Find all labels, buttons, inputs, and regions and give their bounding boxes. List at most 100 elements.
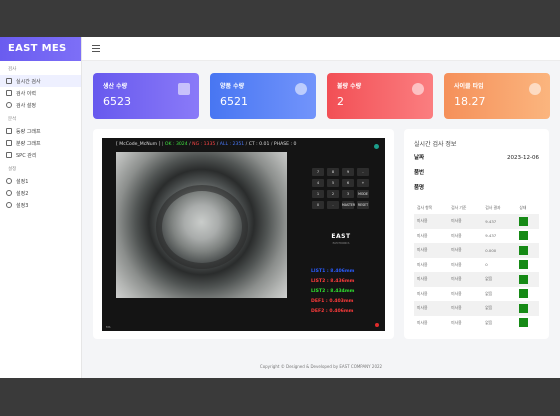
info-value: 2023-12-06 [507, 155, 539, 161]
doc-icon [6, 140, 12, 146]
table-cell: 미사용 [417, 232, 428, 238]
stat-card-cycle-time: 사이클 타임 18.27 [444, 73, 550, 119]
measurement-4: DEF1 : 0.403mm [311, 299, 354, 304]
status-indicator-icon [374, 144, 379, 149]
key-3[interactable]: 3 [342, 190, 354, 198]
sidebar-item-graph-1[interactable]: 등량 그래프 [0, 125, 81, 137]
app-window: EAST MES 검사 실시간 검사 검사 이력 검사 설정 분석 등량 그래프… [0, 37, 560, 378]
stat-label: 불량 수량 [337, 83, 362, 90]
key-6[interactable]: 6 [342, 179, 354, 187]
key-reset[interactable]: RESET [357, 201, 369, 209]
footer-copyright: Copyright © Designed & Developed by EAST… [259, 364, 383, 369]
key-5[interactable]: 5 [327, 179, 339, 187]
table-cell: 9.437 [485, 233, 497, 239]
table-cell: 미사용 [451, 232, 462, 238]
table-cell [516, 229, 539, 244]
key-dot[interactable]: . [327, 201, 339, 209]
sidebar-item-label: SPC 관리 [16, 152, 37, 159]
stat-card-defect: 불량 수량 2 [327, 73, 433, 119]
box-icon [178, 83, 190, 95]
table-cell [516, 272, 539, 287]
phase-value: PHASE : 0 [273, 142, 297, 147]
company-logo-sub: ELECTRONICS [332, 242, 350, 245]
info-label: 품명 [414, 185, 425, 191]
sidebar-item-label: 검사 설정 [16, 102, 36, 109]
table-cell [516, 243, 539, 258]
sidebar-item-label: 설정2 [16, 190, 29, 197]
key-master[interactable]: MASTER [342, 201, 355, 209]
keypad: 7 8 9 - 4 5 6 + 1 2 3 MODE 0 . MASTER RE… [310, 168, 369, 209]
info-row-date: 날짜 2023-12-06 [414, 153, 539, 163]
vision-viewer: [ McCode_McNum ] | OK : 3024 / NG : 1335… [102, 138, 385, 331]
table-cell: 미사용 [417, 276, 428, 282]
table-cell: 미사용 [417, 305, 428, 311]
table-cell: 없음 [485, 276, 493, 282]
table-cell: 미사용 [451, 305, 462, 311]
sidebar-item-setting-3[interactable]: 설정3 [0, 199, 81, 211]
key-minus[interactable]: - [357, 168, 369, 176]
key-0[interactable]: 0 [312, 201, 324, 209]
sidebar-item-inspection-history[interactable]: 검사 이력 [0, 87, 81, 99]
table-cell: 미사용 [451, 290, 462, 296]
sidebar-item-spc[interactable]: SPC 관리 [0, 149, 81, 161]
table-row: 미사용 미사용 9.437 [414, 229, 539, 244]
sidebar-section-label: 검사 [8, 67, 17, 72]
brand-logo[interactable]: EAST MES [0, 37, 81, 61]
table-cell: 없음 [485, 305, 493, 311]
hamburger-menu-icon[interactable] [92, 45, 100, 52]
sidebar-item-setting-1[interactable]: 설정1 [0, 175, 81, 187]
info-title: 실시간 검사 정보 [414, 141, 457, 148]
stat-label: 양품 수량 [220, 83, 245, 90]
table-cell: 미사용 [451, 276, 462, 282]
table-row: 미사용 미사용 0.000 [414, 243, 539, 258]
sidebar-item-realtime-inspection[interactable]: 실시간 검사 [0, 75, 81, 87]
table-cell: 0.000 [485, 247, 497, 253]
viewer-status-line: [ McCode_McNum ] | OK : 3024 / NG : 1335… [116, 142, 297, 147]
table-row: 미사용 미사용 없음 [414, 272, 539, 287]
machine-code: [ McCode_McNum ] [116, 142, 161, 147]
stat-label: 사이클 타임 [454, 83, 484, 90]
square-icon [6, 78, 12, 84]
key-1[interactable]: 1 [312, 190, 324, 198]
table-cell [516, 287, 539, 302]
sidebar: EAST MES 검사 실시간 검사 검사 이력 검사 설정 분석 등량 그래프… [0, 37, 82, 378]
gear-icon [6, 178, 12, 184]
table-header-row: 검사 항목 검사 기준 검사 결과 상태 [414, 201, 539, 214]
info-label: 날짜 [414, 155, 425, 161]
key-2[interactable]: 2 [327, 190, 339, 198]
gear-icon [6, 190, 12, 196]
table-cell [516, 214, 539, 229]
table-cell: 없음 [485, 290, 493, 296]
table-row: 미사용 미사용 0 [414, 258, 539, 273]
key-7[interactable]: 7 [312, 168, 324, 176]
sidebar-item-label: 실시간 검사 [16, 78, 41, 85]
table-header: 검사 항목 [417, 204, 433, 210]
key-8[interactable]: 8 [327, 168, 339, 176]
sidebar-item-setting-2[interactable]: 설정2 [0, 187, 81, 199]
stat-value: 18.27 [454, 95, 486, 108]
table-header: 상태 [519, 204, 527, 210]
viewer-footer-text: MS [106, 325, 111, 329]
key-mode[interactable]: MODE [357, 190, 369, 198]
table-cell: 미사용 [417, 261, 428, 267]
table-cell: 미사용 [451, 261, 462, 267]
key-9[interactable]: 9 [342, 168, 354, 176]
vision-panel: [ McCode_McNum ] | OK : 3024 / NG : 1335… [93, 129, 394, 339]
sidebar-item-graph-2[interactable]: 분량 그래프 [0, 137, 81, 149]
status-ok-indicator [519, 216, 529, 226]
top-band [0, 0, 560, 37]
bore-ring [156, 185, 248, 269]
table-cell: 미사용 [451, 319, 462, 325]
table-row: 미사용 미사용 없음 [414, 301, 539, 316]
stat-value: 6523 [103, 95, 131, 108]
sidebar-item-inspection-settings[interactable]: 검사 설정 [0, 99, 81, 111]
status-ok-indicator [519, 289, 529, 299]
chart-icon [6, 152, 12, 158]
table-cell: 미사용 [451, 247, 462, 253]
measurement-5: DEF2 : 0.406mm [311, 309, 354, 314]
table-cell: 없음 [485, 319, 493, 325]
stat-label: 생산 수량 [103, 83, 128, 90]
table-cell: 미사용 [451, 218, 462, 224]
key-4[interactable]: 4 [312, 179, 324, 187]
key-plus[interactable]: + [357, 179, 369, 187]
